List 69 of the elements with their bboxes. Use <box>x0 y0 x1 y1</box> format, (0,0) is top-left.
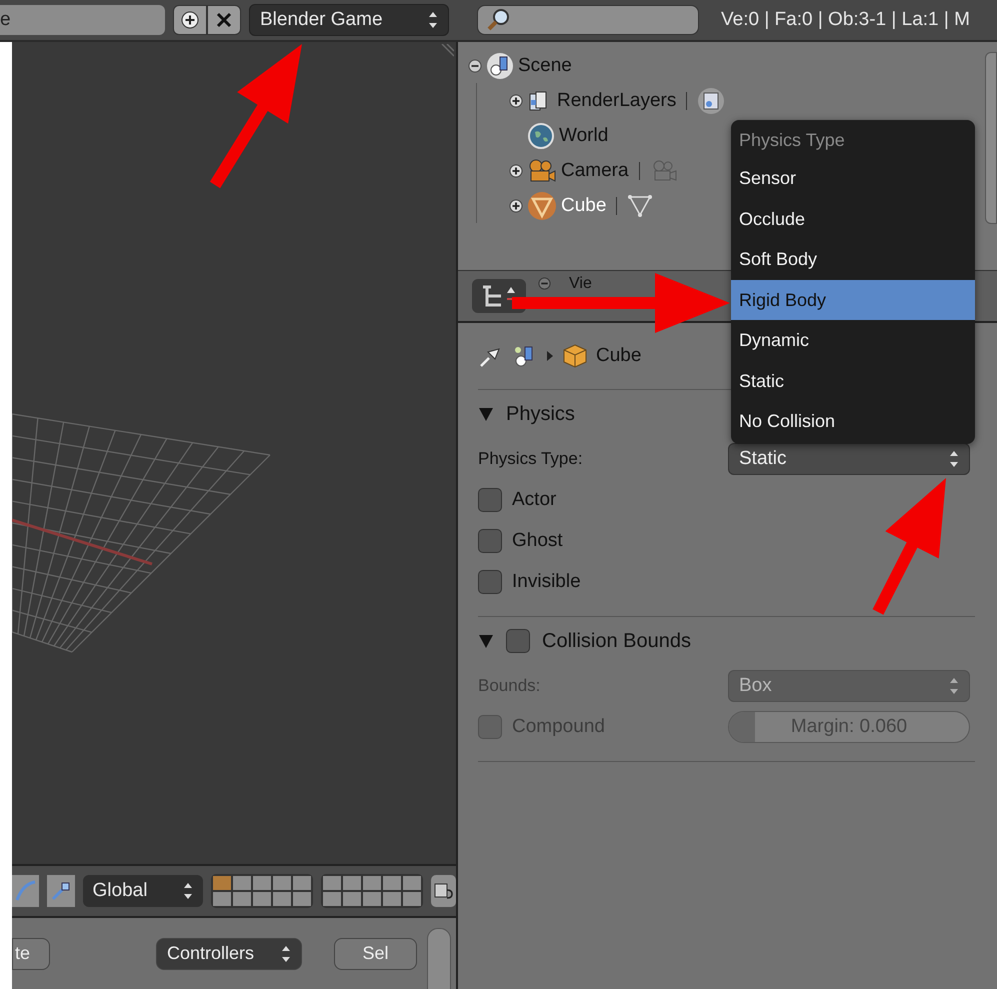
menu-item[interactable]: Dynamic <box>731 320 975 360</box>
layer-buttons[interactable] <box>210 874 313 908</box>
corner-handle-icon[interactable] <box>440 44 454 58</box>
checkbox-label: Actor <box>512 488 556 510</box>
orientation-dropdown[interactable]: Global <box>82 875 203 907</box>
scale-icon <box>50 880 72 902</box>
updown-icon <box>949 676 959 694</box>
field-label: Physics Type: <box>478 448 584 468</box>
engine-dropdown[interactable]: Blender Game <box>249 4 449 36</box>
updown-icon <box>428 11 438 29</box>
logic-dropdown[interactable]: Controllers <box>156 938 302 970</box>
render-icon <box>697 86 726 114</box>
cube-icon <box>562 343 588 369</box>
tree-item[interactable]: Camera <box>561 160 629 182</box>
menu-item[interactable]: Occlude <box>731 198 975 239</box>
search-icon <box>486 7 512 33</box>
plus-icon <box>181 11 199 29</box>
menu-item[interactable]: Static <box>731 360 975 401</box>
tree-item[interactable]: Cube <box>561 194 606 216</box>
expanded-triangle-icon[interactable] <box>478 633 494 649</box>
tree-item[interactable]: RenderLayers <box>557 90 676 112</box>
expand-icon[interactable] <box>509 94 523 108</box>
checkbox[interactable] <box>478 528 502 552</box>
checkbox[interactable] <box>478 570 502 594</box>
close-icon <box>216 12 232 28</box>
scrollbar[interactable] <box>427 928 451 989</box>
menu-title: Physics Type <box>738 129 846 152</box>
tree-item[interactable]: Scene <box>518 54 572 76</box>
view-menu[interactable]: Vie <box>569 275 592 292</box>
datablock-field[interactable]: e <box>0 5 165 35</box>
menu-item[interactable]: No Collision <box>731 401 975 442</box>
logic-button[interactable]: te <box>12 938 50 970</box>
collapse-icon[interactable] <box>538 277 551 290</box>
scene-icon <box>486 52 514 80</box>
camera-icon <box>527 158 557 184</box>
checkbox-label: Ghost <box>512 530 563 552</box>
checkbox-label: Invisible <box>512 570 581 592</box>
breadcrumb-object: Cube <box>596 345 642 367</box>
menu-item[interactable]: Rigid Body <box>731 280 975 320</box>
mesh-data-icon <box>627 194 654 218</box>
arc-icon <box>14 880 37 902</box>
updown-icon <box>949 450 959 468</box>
updown-icon <box>182 882 193 900</box>
dropdown[interactable]: Static <box>728 442 970 474</box>
scene-stats: Ve:0 | Fa:0 | Ob:3-1 | La:1 | M <box>721 9 970 31</box>
checkbox[interactable] <box>506 629 530 653</box>
menu-item[interactable]: Sensor <box>731 158 975 198</box>
lock-icon <box>433 881 454 901</box>
scrollbar[interactable] <box>985 52 997 224</box>
scale-manipulator-button[interactable] <box>47 875 75 907</box>
add-button[interactable] <box>173 5 207 35</box>
tree-item[interactable]: World <box>559 124 608 146</box>
collapse-icon[interactable] <box>468 58 482 72</box>
menu-item[interactable]: Soft Body <box>731 239 975 280</box>
close-button[interactable] <box>207 5 241 35</box>
logic-button[interactable]: Sel <box>334 938 417 970</box>
layer-buttons[interactable] <box>320 874 423 908</box>
checkbox[interactable] <box>478 488 502 512</box>
caret-icon <box>546 350 554 362</box>
search-field[interactable] <box>477 5 699 35</box>
expand-icon[interactable] <box>509 198 523 212</box>
panel-title[interactable]: Physics <box>506 402 575 426</box>
updown-icon <box>281 944 291 962</box>
expanded-triangle-icon[interactable] <box>478 406 494 422</box>
panel-title[interactable]: Collision Bounds <box>542 630 691 652</box>
globe-icon <box>527 122 555 150</box>
editor-type-button[interactable] <box>472 279 526 313</box>
lock-layers-button[interactable] <box>430 875 456 907</box>
expand-icon[interactable] <box>509 164 523 178</box>
